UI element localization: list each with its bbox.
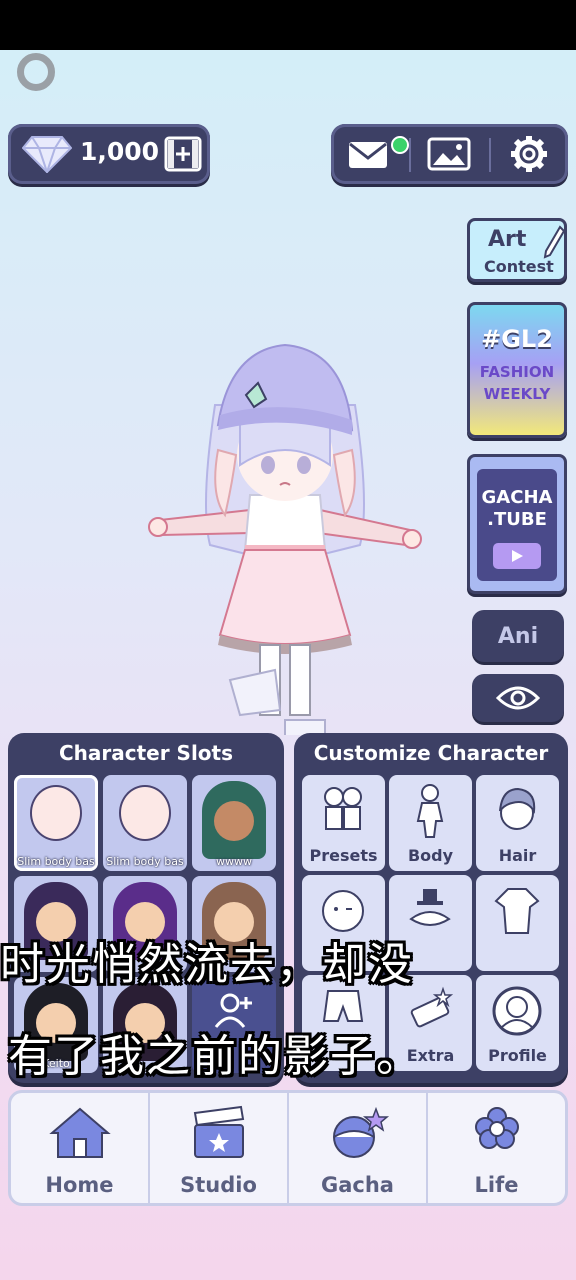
presets-icon: [324, 787, 362, 830]
nav-studio[interactable]: Studio: [150, 1093, 289, 1203]
character-preview[interactable]: [140, 335, 430, 735]
animation-button[interactable]: Ani: [472, 610, 564, 662]
gallery-button[interactable]: [419, 132, 479, 176]
subtitle-line-1: 时光悄然流去，却没: [0, 939, 414, 990]
top-right-toolbar: [331, 124, 568, 184]
character-face: [214, 801, 254, 841]
nav-home-label: Home: [45, 1173, 114, 1197]
body-label: Body: [407, 846, 454, 865]
gacha-icon: [332, 1106, 389, 1158]
body-icon: [416, 784, 444, 838]
nav-gacha[interactable]: Gacha: [289, 1093, 428, 1203]
gachatube-label-2: .TUBE: [487, 509, 547, 530]
clapperboard-icon: [193, 1105, 244, 1158]
preview-button[interactable]: [472, 674, 564, 722]
art-contest-title: Art: [488, 227, 527, 252]
nav-life[interactable]: Life: [428, 1093, 565, 1203]
assistive-touch-button[interactable]: [17, 53, 55, 91]
fashion-weekly-button[interactable]: #GL2 FASHION WEEKLY: [467, 302, 567, 438]
flower-icon: [474, 1107, 519, 1149]
hair-icon: [499, 787, 536, 830]
gem-count: 1,000: [80, 137, 160, 166]
nav-gacha-label: Gacha: [321, 1173, 394, 1197]
customize-character-title: Customize Character: [313, 741, 549, 765]
pencil-icon: [543, 225, 566, 259]
nav-life-label: Life: [474, 1173, 519, 1197]
presets-label: Presets: [309, 846, 378, 865]
image-icon: [427, 137, 471, 171]
diamond-icon: [22, 136, 72, 173]
mail-icon: [349, 142, 387, 168]
eye-icon: [496, 686, 540, 710]
weekly-label: WEEKLY: [483, 385, 551, 403]
add-gems-icon[interactable]: [164, 136, 202, 172]
slot-label: Slim body bas: [17, 855, 95, 868]
character-avatar: [30, 785, 82, 841]
gl2-tag: #GL2: [481, 325, 553, 353]
hair-label: Hair: [498, 846, 537, 865]
character-slot-3[interactable]: wwww: [192, 775, 276, 871]
character-slots-title: Character Slots: [58, 741, 234, 765]
hair-button[interactable]: Hair: [476, 775, 559, 871]
divider: [489, 138, 491, 172]
game-screen: 1,000 Art Contest #GL2 FASHION WEEKLY GA…: [0, 50, 576, 1280]
bottom-navigation: Home Studio Gacha Life: [8, 1090, 568, 1206]
house-icon: [48, 1107, 111, 1158]
gear-icon: [511, 136, 547, 172]
currency-bar: 1,000: [8, 124, 210, 184]
art-contest-button[interactable]: Art Contest: [467, 218, 567, 282]
nav-studio-label: Studio: [180, 1173, 257, 1197]
character-avatar: [119, 785, 171, 841]
mail-button[interactable]: [339, 132, 409, 176]
subtitle-line-2: 有了我之前的影子。: [8, 1031, 422, 1082]
presets-button[interactable]: Presets: [302, 775, 385, 871]
body-button[interactable]: Body: [389, 775, 472, 871]
slot-label: wwww: [216, 855, 252, 868]
gachatube-label: GACHA: [481, 487, 553, 508]
art-contest-subtitle: Contest: [484, 257, 554, 276]
notification-dot: [391, 136, 409, 154]
gachatube-screen: GACHA .TUBE: [477, 469, 557, 581]
settings-button[interactable]: [499, 132, 559, 176]
divider: [409, 138, 411, 172]
character-slot-1[interactable]: Slim body bas: [14, 775, 98, 871]
play-icon: [493, 543, 541, 569]
fashion-label: FASHION: [479, 363, 555, 381]
gachatube-button[interactable]: GACHA .TUBE: [467, 454, 567, 594]
character-slot-2[interactable]: Slim body bas: [103, 775, 187, 871]
slot-label: Slim body bas: [106, 855, 184, 868]
nav-home[interactable]: Home: [11, 1093, 150, 1203]
